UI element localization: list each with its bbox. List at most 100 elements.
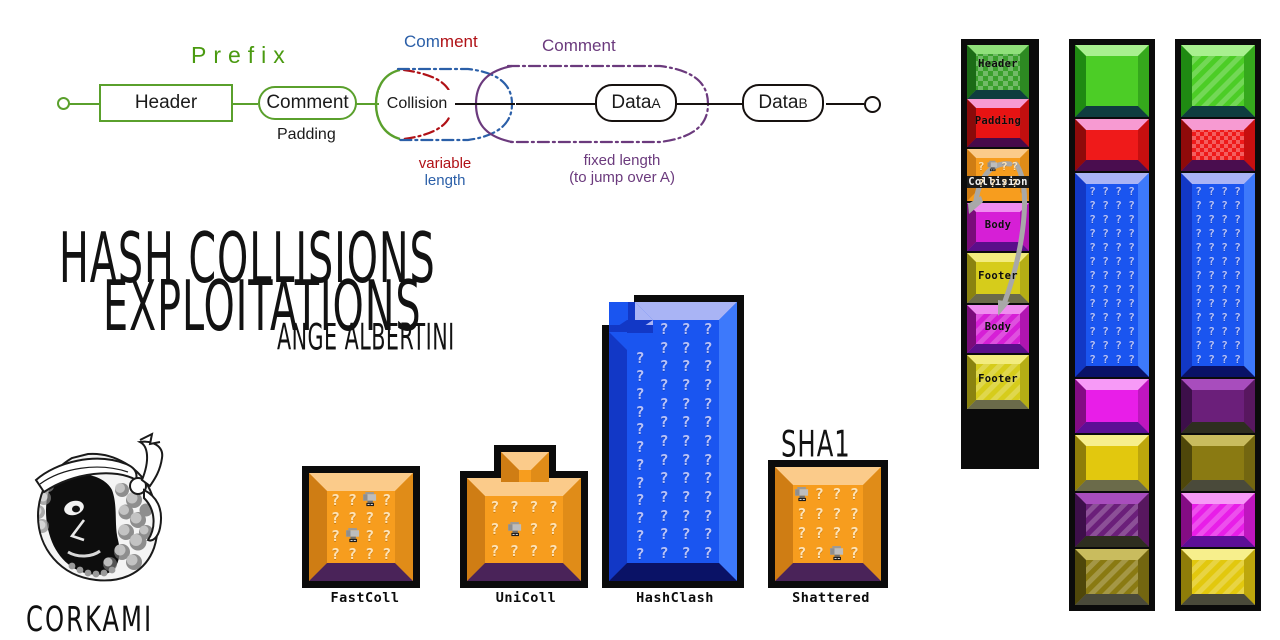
question-mark-icon: ? (1115, 226, 1122, 240)
bar-hashclash-question-face-top: ??????????????????????????????????????? (653, 320, 719, 563)
question-mark-icon: ? (659, 525, 669, 544)
question-mark-icon: ? (635, 473, 645, 492)
col3-seg-darkpurple (1181, 379, 1255, 433)
question-mark-icon: ? (1102, 198, 1109, 212)
question-mark-icon: ? (1208, 282, 1215, 296)
col2-seg-magenta (1075, 379, 1149, 433)
question-mark-icon: ? (1115, 240, 1122, 254)
question-mark-icon: ? (548, 519, 558, 538)
bar-hashclash-block: ??????????????????????????????????????? … (602, 295, 744, 588)
node-data-b-label: Data (758, 92, 799, 113)
bar-shattered-block: ?????????????? (768, 460, 888, 588)
question-mark-icon: ? (1102, 282, 1109, 296)
question-mark-icon: ? (703, 488, 713, 507)
annotation-fixed-length-b: (to jump over A) (569, 168, 675, 186)
question-mark-icon: ? (703, 544, 713, 563)
bar-shattered-question-face: ?????????????? (793, 485, 863, 563)
question-mark-icon: ? (1208, 268, 1215, 282)
question-mark-icon: ? (1195, 212, 1202, 226)
node-data-b-subscript: B (798, 95, 808, 111)
question-mark-icon: ? (490, 519, 500, 538)
question-mark-icon: ? (490, 497, 500, 516)
question-mark-icon: ? (1115, 212, 1122, 226)
question-mark-icon: ? (814, 524, 824, 543)
question-mark-icon: ? (703, 413, 713, 432)
connector-header-comment (232, 103, 258, 105)
question-mark-icon: ? (703, 525, 713, 544)
question-mark-icon: ? (1115, 338, 1122, 352)
question-mark-icon: ? (1089, 226, 1096, 240)
question-mark-icon: ? (365, 526, 375, 545)
question-mark-icon: ? (659, 357, 669, 376)
question-mark-icon: ? (635, 420, 645, 439)
col2-seg-yellow (1075, 435, 1149, 491)
question-mark-icon: ? (814, 543, 824, 562)
question-mark-icon: ? (1195, 282, 1202, 296)
question-mark-icon: ? (703, 431, 713, 450)
question-mark-icon: ? (1208, 352, 1215, 366)
bar-fastcoll-block: ?????????????? (302, 466, 420, 588)
question-mark-icon: ? (1208, 240, 1215, 254)
question-mark-icon: ? (1089, 212, 1096, 226)
question-mark-icon: ? (1221, 352, 1228, 366)
question-mark-icon: ? (977, 177, 985, 190)
bar-label-unicoll: UniColl (495, 590, 557, 606)
question-mark-icon: ? (1221, 212, 1228, 226)
annotation-comment-blue: Comment (404, 32, 478, 52)
question-mark-icon: ? (1195, 310, 1202, 324)
col1-label-padding: Padding (974, 115, 1022, 127)
question-mark-icon: ? (1011, 160, 1019, 173)
question-mark-icon: ? (1128, 324, 1135, 338)
question-mark-icon: ? (1128, 310, 1135, 324)
question-mark-icon: ? (681, 413, 691, 432)
question-mark-icon: ? (1128, 268, 1135, 282)
question-mark-icon: ? (681, 375, 691, 394)
question-mark-icon: ? (1089, 310, 1096, 324)
end-endpoint-icon (864, 96, 881, 113)
question-mark-icon: ? (659, 338, 669, 357)
question-mark-icon: ? (1102, 310, 1109, 324)
column-file-a: ????????????????????????????????????????… (1066, 36, 1164, 614)
col1-collision-question-face: ??????? (976, 158, 1020, 192)
question-mark-icon: ? (1115, 268, 1122, 282)
poster-canvas: Prefix Header Comment Collision Data A Da… (0, 0, 1280, 640)
prefix-label: Prefix (191, 42, 292, 68)
question-mark-icon: ? (814, 485, 824, 504)
question-mark-icon: ? (1195, 324, 1202, 338)
question-mark-icon: ? (659, 375, 669, 394)
question-mark-icon: ? (703, 506, 713, 525)
question-mark-icon: ? (529, 542, 539, 561)
question-mark-icon: ? (1128, 212, 1135, 226)
question-mark-icon: ? (1001, 177, 1008, 190)
col2-seg-red (1075, 119, 1149, 171)
question-mark-icon: ? (659, 488, 669, 507)
question-mark-icon: ? (1195, 268, 1202, 282)
question-mark-icon: ? (681, 320, 691, 338)
collision-attack-bar-chart: SHA1 ?????????????? FastColl ? ? ? ? ? ?… (296, 290, 936, 640)
question-mark-icon: ? (1234, 240, 1241, 254)
question-mark-icon: ? (681, 357, 691, 376)
annotation-fixed-length: fixed length (to jump over A) (532, 152, 712, 187)
coin-icon (986, 158, 999, 175)
question-mark-icon: ? (977, 160, 985, 173)
connector-collision-gap (455, 103, 515, 105)
file-structure-columns: Header Padding Collision Body Footer Bod… (958, 36, 1278, 626)
question-mark-icon: ? (1221, 338, 1228, 352)
question-mark-icon: ? (1208, 296, 1215, 310)
question-mark-icon: ? (989, 177, 997, 190)
question-mark-icon: ? (635, 350, 645, 368)
question-mark-icon: ? (849, 485, 859, 504)
question-mark-icon: ? (1128, 226, 1135, 240)
question-mark-icon: ? (1128, 198, 1135, 212)
annotation-variable-length-a: variable (418, 155, 472, 172)
question-mark-icon: ? (1115, 296, 1122, 310)
question-mark-icon: ? (1234, 212, 1241, 226)
question-mark-icon: ? (365, 508, 375, 527)
question-mark-icon: ? (1115, 184, 1122, 198)
question-mark-icon: ? (659, 320, 669, 338)
question-mark-icon: ? (659, 413, 669, 432)
annotation-comment-purple: Comment (542, 36, 616, 55)
annotation-variable-length: variable length (400, 155, 490, 190)
question-mark-icon: ? (635, 384, 645, 403)
question-mark-icon: ? (1102, 212, 1109, 226)
